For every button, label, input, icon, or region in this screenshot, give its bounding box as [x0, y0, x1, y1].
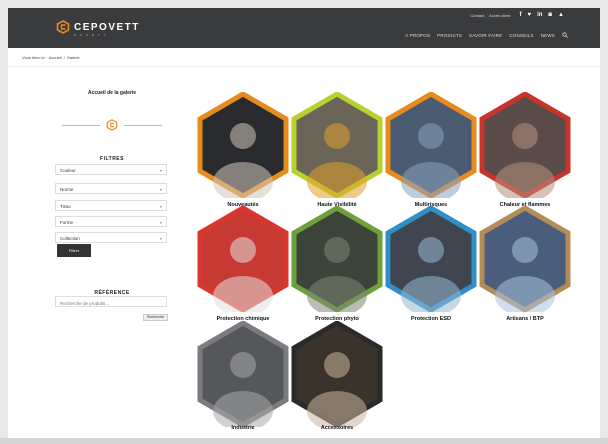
hexagon-photo: [197, 92, 289, 198]
breadcrumb: Vous êtes ici : Accueil / Galerie: [22, 55, 80, 60]
fabric-select[interactable]: Tissu ▾: [55, 200, 167, 211]
linkedin-icon[interactable]: in: [537, 12, 542, 18]
gallery-tile[interactable]: Industrie: [197, 321, 289, 431]
breadcrumb-prefix: Vous êtes ici :: [22, 55, 47, 60]
breadcrumb-home[interactable]: Accueil: [49, 55, 62, 60]
hexagon-photo: [197, 321, 289, 427]
filters-title: FILTRES: [100, 156, 124, 162]
client-access-link[interactable]: Accès client: [489, 13, 510, 18]
hexagon-photo: [385, 206, 477, 312]
gallery-tile[interactable]: Nouveautés: [197, 92, 289, 208]
instagram-icon[interactable]: ◙: [548, 12, 552, 18]
nav-item-news[interactable]: NEWS: [541, 33, 555, 38]
hexagon-photo: [291, 321, 383, 427]
divider: [8, 66, 600, 67]
nav-item-produits[interactable]: PRODUITS: [437, 33, 462, 38]
breadcrumb-current: Galerie: [66, 55, 80, 60]
window-bottom-edge: [0, 438, 608, 444]
gallery-tile[interactable]: Multirisques: [385, 92, 477, 208]
logo-subtext: SAFETY: [74, 33, 110, 37]
gallery-home-link[interactable]: Accueil de la galerie: [60, 90, 164, 96]
gallery-tile[interactable]: Artisans / BTP: [479, 206, 571, 322]
gallery-tile[interactable]: Accessoires: [291, 321, 383, 431]
facebook-icon[interactable]: f: [520, 12, 522, 18]
main-nav: A PROPOS PRODUITS SAVOIR FAIRE CONSEILS …: [405, 32, 568, 38]
social-links: f ♥ in ◙ ▲: [520, 12, 564, 18]
hexagon-photo: [197, 206, 289, 312]
nav-item-savoir-faire[interactable]: SAVOIR FAIRE: [469, 33, 502, 38]
top-links: Contact Accès client f ♥ in ◙ ▲: [470, 12, 564, 18]
divider-line: [124, 125, 162, 126]
select-label: Norme: [60, 187, 74, 192]
hexagon-photo: [291, 206, 383, 312]
select-label: Collection: [60, 236, 80, 241]
gallery-tile[interactable]: Protection chimique: [197, 206, 289, 322]
page: CEPOVETT SAFETY Contact Accès client f ♥…: [8, 8, 600, 440]
chevron-down-icon: ▾: [159, 220, 162, 225]
gallery-tile[interactable]: Protection phyto: [291, 206, 383, 322]
norm-select[interactable]: Norme ▾: [55, 183, 167, 194]
chevron-down-icon: ▾: [159, 168, 162, 173]
chevron-down-icon: ▾: [159, 204, 162, 209]
gallery-tile[interactable]: Chaleur et flammes: [479, 92, 571, 208]
select-label: Forme: [60, 220, 74, 225]
filter-button[interactable]: Filtrer: [57, 244, 91, 257]
gallery-tile[interactable]: Protection ESD: [385, 206, 477, 322]
search-icon[interactable]: [562, 32, 568, 38]
select-label: Couleur: [60, 168, 76, 173]
gallery-tile-label: Accessoires: [320, 425, 354, 431]
gallery-tile-label: Artisans / BTP: [506, 316, 544, 322]
chevron-down-icon: ▾: [159, 187, 162, 192]
hexagon-photo: [479, 92, 571, 198]
breadcrumb-separator: /: [63, 55, 65, 60]
youtube-icon[interactable]: ▲: [558, 12, 564, 18]
logo-text: CEPOVETT: [74, 21, 140, 33]
cepovett-logo[interactable]: CEPOVETT SAFETY: [56, 20, 140, 37]
collection-select[interactable]: Collection ▾: [55, 232, 167, 243]
contact-link[interactable]: Contact: [470, 13, 484, 18]
site-header: CEPOVETT SAFETY Contact Accès client f ♥…: [8, 8, 600, 48]
hexagon-photo: [385, 92, 477, 198]
nav-item-a-propos[interactable]: A PROPOS: [405, 33, 430, 38]
chevron-down-icon: ▾: [159, 236, 162, 241]
hexagon-photo: [479, 206, 571, 312]
logo-hex-icon: [56, 20, 70, 34]
product-search-input[interactable]: [55, 296, 167, 307]
search-button[interactable]: Recherche: [143, 314, 168, 321]
twitter-icon[interactable]: ♥: [528, 12, 532, 18]
shape-select[interactable]: Forme ▾: [55, 216, 167, 227]
color-select[interactable]: Couleur ▾: [55, 164, 167, 175]
select-label: Tissu: [60, 204, 71, 209]
divider-line: [62, 125, 100, 126]
gallery-tile[interactable]: Haute Visibilité: [291, 92, 383, 208]
hexagon-photo: [291, 92, 383, 198]
nav-item-conseils[interactable]: CONSEILS: [509, 33, 533, 38]
brand-hex-icon: [106, 119, 118, 131]
emblem-divider: [62, 119, 162, 131]
